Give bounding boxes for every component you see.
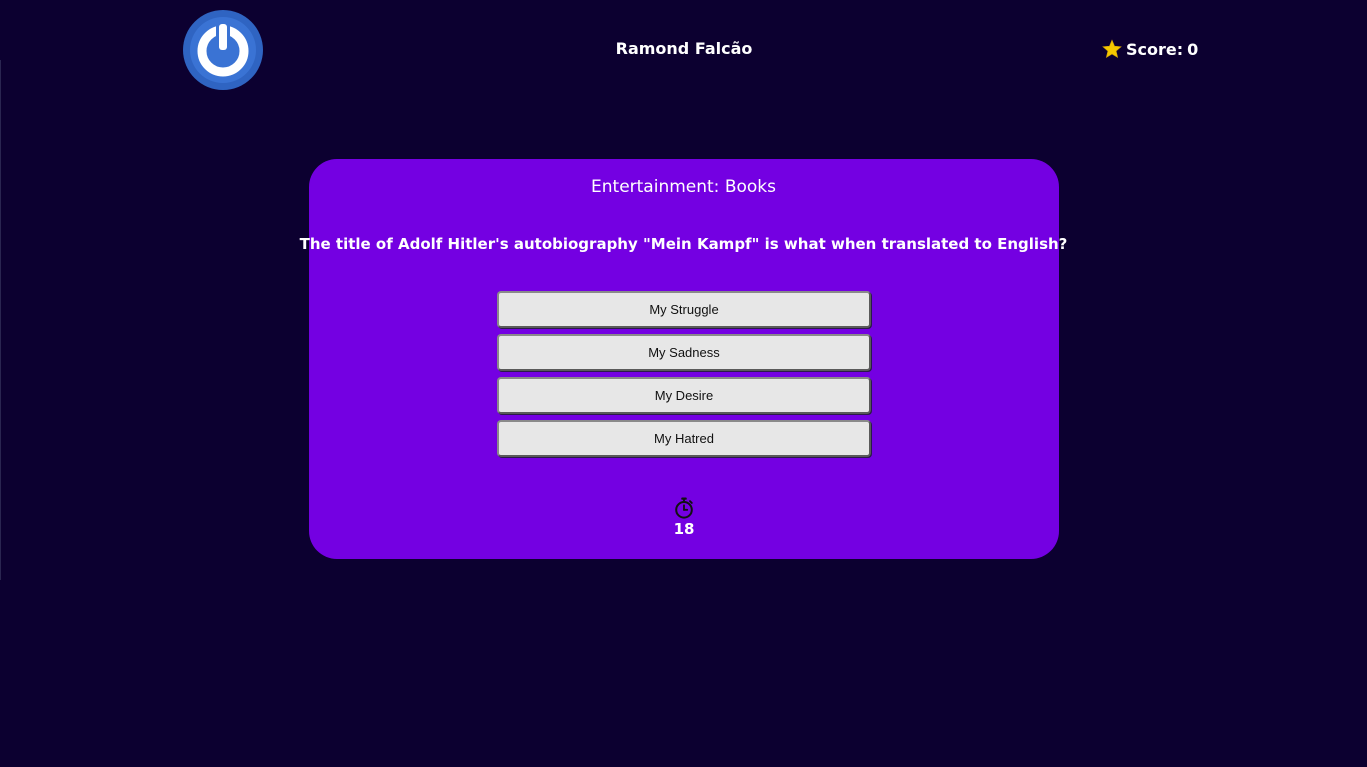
stopwatch-icon xyxy=(675,497,693,519)
countdown-timer: 18 xyxy=(634,497,734,538)
power-icon xyxy=(183,10,263,90)
score-display: Score: 0 xyxy=(1102,39,1198,59)
answer-button-3[interactable]: My Desire xyxy=(497,377,871,414)
score-label: Score: xyxy=(1126,39,1184,59)
answer-button-2[interactable]: My Sadness xyxy=(497,334,871,371)
question-category: Entertainment: Books xyxy=(591,177,776,197)
answer-button-1[interactable]: My Struggle xyxy=(497,291,871,328)
power-logo-button[interactable] xyxy=(183,10,263,90)
question-text: The title of Adolf Hitler's autobiograph… xyxy=(299,235,1068,253)
top-bar: Ramond Falcão Score: 0 xyxy=(0,0,1367,100)
timer-value: 18 xyxy=(673,520,695,538)
answer-list: My Struggle My Sadness My Desire My Hatr… xyxy=(497,291,871,463)
page-edge-line xyxy=(0,60,1,580)
answer-button-4[interactable]: My Hatred xyxy=(497,420,871,457)
player-name: Ramond Falcão xyxy=(615,39,753,58)
score-value: 0 xyxy=(1187,39,1199,59)
star-icon xyxy=(1102,39,1122,59)
